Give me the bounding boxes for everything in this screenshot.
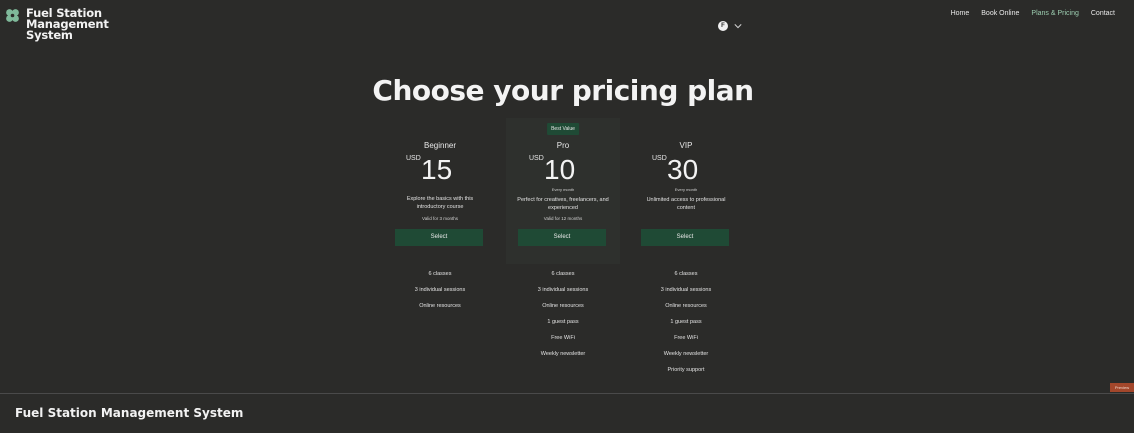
footer-divider — [0, 393, 1134, 394]
feature-list-vip: 6 classes 3 individual sessions Online r… — [629, 270, 743, 382]
plan-price: USD 30 — [629, 155, 743, 185]
clover-logo-icon — [6, 9, 19, 22]
best-value-badge: Best Value — [547, 123, 579, 135]
select-beginner-button[interactable]: Select — [395, 229, 483, 246]
list-item: Free WiFi — [551, 335, 575, 341]
main-nav: Home Book Online Plans & Pricing Contact — [951, 10, 1115, 17]
nav-home[interactable]: Home — [951, 10, 970, 17]
list-item: 1 guest pass — [547, 319, 579, 325]
list-item: 3 individual sessions — [537, 287, 589, 293]
plan-description: Explore the basics with this introductor… — [406, 196, 474, 210]
plan-name: Beginner — [423, 141, 457, 150]
select-vip-button[interactable]: Select — [641, 229, 729, 246]
account-menu[interactable]: F — [718, 21, 742, 31]
plan-validity: Valid for 12 months — [543, 216, 583, 221]
list-item: Online resources — [542, 303, 584, 309]
list-item: Online resources — [665, 303, 707, 309]
preview-tag[interactable]: Preview — [1110, 383, 1134, 392]
plan-description: Unlimited access to professional content — [646, 197, 726, 211]
list-item: 6 classes — [428, 271, 452, 277]
plan-card-pro: Best Value Pro USD 10 Every month Perfec… — [506, 118, 620, 264]
list-item: 3 individual sessions — [660, 287, 712, 293]
plan-price: USD 15 — [383, 155, 497, 185]
plan-name: VIP — [679, 141, 693, 150]
price-currency: USD — [529, 155, 544, 162]
chevron-down-icon[interactable] — [734, 22, 742, 30]
list-item: 3 individual sessions — [414, 287, 466, 293]
plan-name: Pro — [556, 141, 570, 150]
price-currency: USD — [406, 155, 421, 162]
list-item: Weekly newsletter — [663, 351, 709, 357]
brand-line: System — [26, 28, 73, 42]
list-item: 1 guest pass — [670, 319, 702, 325]
feature-list-pro: 6 classes 3 individual sessions Online r… — [506, 270, 620, 366]
list-item: 6 classes — [674, 271, 698, 277]
plan-frequency: Every month — [674, 187, 698, 192]
nav-plans-pricing[interactable]: Plans & Pricing — [1031, 10, 1078, 17]
nav-contact[interactable]: Contact — [1091, 10, 1115, 17]
nav-book-online[interactable]: Book Online — [981, 10, 1019, 17]
page-title: Choose your pricing plan — [372, 74, 754, 107]
plan-card-vip: VIP USD 30 Every month Unlimited access … — [629, 118, 743, 264]
list-item: Online resources — [419, 303, 461, 309]
footer-title: Fuel Station Management System — [15, 406, 244, 420]
plan-frequency: Every month — [551, 187, 575, 192]
brand-name: Fuel Station Management System — [26, 7, 109, 42]
site-logo[interactable]: Fuel Station Management System — [5, 7, 109, 42]
select-pro-button[interactable]: Select — [518, 229, 606, 246]
price-amount: 30 — [667, 154, 699, 185]
price-currency: USD — [652, 155, 667, 162]
list-item: Priority support — [667, 367, 705, 373]
list-item: Free WiFi — [674, 335, 698, 341]
plan-description: Perfect for creatives, freelancers, and … — [517, 197, 609, 211]
plan-price: USD 10 — [506, 155, 620, 185]
list-item: 6 classes — [551, 271, 575, 277]
feature-list-beginner: 6 classes 3 individual sessions Online r… — [383, 270, 497, 318]
plan-validity: Valid for 3 months — [422, 216, 458, 221]
price-amount: 15 — [421, 154, 453, 185]
list-item: Weekly newsletter — [540, 351, 586, 357]
price-amount: 10 — [544, 154, 576, 185]
plan-card-beginner: Beginner USD 15 Explore the basics with … — [383, 118, 497, 264]
avatar[interactable]: F — [718, 21, 728, 31]
